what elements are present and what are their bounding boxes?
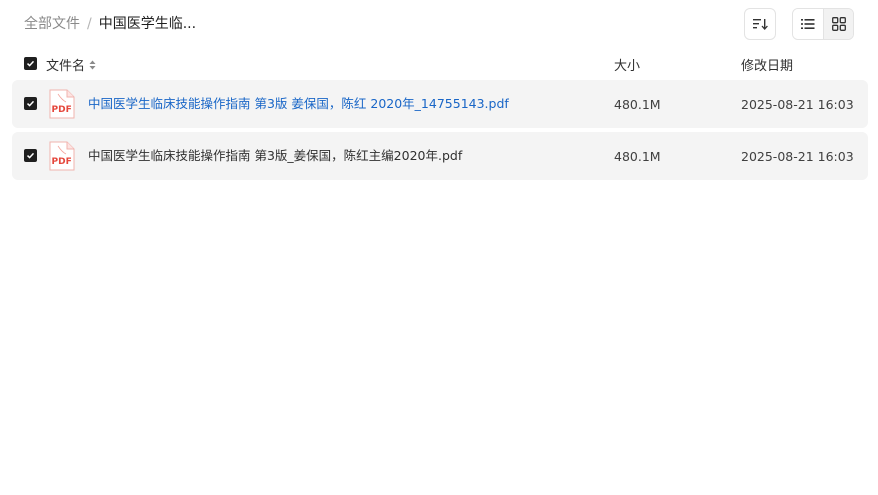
column-header-name[interactable]: 文件名	[46, 55, 96, 74]
check-icon	[26, 152, 35, 159]
grid-view-button[interactable]	[823, 9, 853, 39]
list-view-button[interactable]	[793, 9, 823, 39]
row-checkbox[interactable]	[24, 149, 37, 162]
breadcrumb-separator: /	[87, 16, 92, 32]
table-row[interactable]: PDF 中国医学生临床技能操作指南 第3版_姜保国，陈红主编2020年.pdf …	[12, 132, 868, 180]
file-size: 480.1M	[614, 97, 661, 112]
svg-text:PDF: PDF	[52, 105, 72, 115]
select-all-checkbox[interactable]	[24, 57, 37, 70]
table-row[interactable]: PDF 中国医学生临床技能操作指南 第3版 姜保国，陈红 2020年_14755…	[12, 80, 868, 128]
breadcrumb-root[interactable]: 全部文件	[24, 15, 80, 33]
file-name-link[interactable]: 中国医学生临床技能操作指南 第3版 姜保国，陈红 2020年_14755143.…	[88, 96, 509, 112]
top-bar: 全部文件 / 中国医学生临...	[0, 0, 878, 48]
check-icon	[26, 60, 35, 67]
pdf-file-icon: PDF	[49, 89, 75, 119]
column-header-modified[interactable]: 修改日期	[741, 55, 793, 74]
row-checkbox[interactable]	[24, 97, 37, 110]
grid-view-icon	[831, 17, 846, 31]
column-header-name-label: 文件名	[46, 59, 86, 74]
pdf-file-icon: PDF	[49, 141, 75, 171]
sort-arrows-icon	[89, 60, 96, 70]
column-header-size[interactable]: 大小	[614, 55, 640, 74]
file-size: 480.1M	[614, 149, 661, 164]
sort-descending-icon	[753, 19, 768, 30]
list-view-icon	[801, 19, 815, 29]
file-modified-date: 2025-08-21 16:03	[741, 149, 854, 164]
breadcrumb: 全部文件 / 中国医学生临...	[24, 15, 196, 33]
view-toggle	[792, 8, 854, 40]
check-icon	[26, 100, 35, 107]
file-name[interactable]: 中国医学生临床技能操作指南 第3版_姜保国，陈红主编2020年.pdf	[88, 148, 462, 164]
sort-button[interactable]	[744, 8, 776, 40]
file-modified-date: 2025-08-21 16:03	[741, 97, 854, 112]
breadcrumb-current: 中国医学生临...	[98, 16, 197, 32]
svg-text:PDF: PDF	[52, 157, 72, 167]
table-header: 文件名 大小 修改日期	[12, 52, 868, 76]
